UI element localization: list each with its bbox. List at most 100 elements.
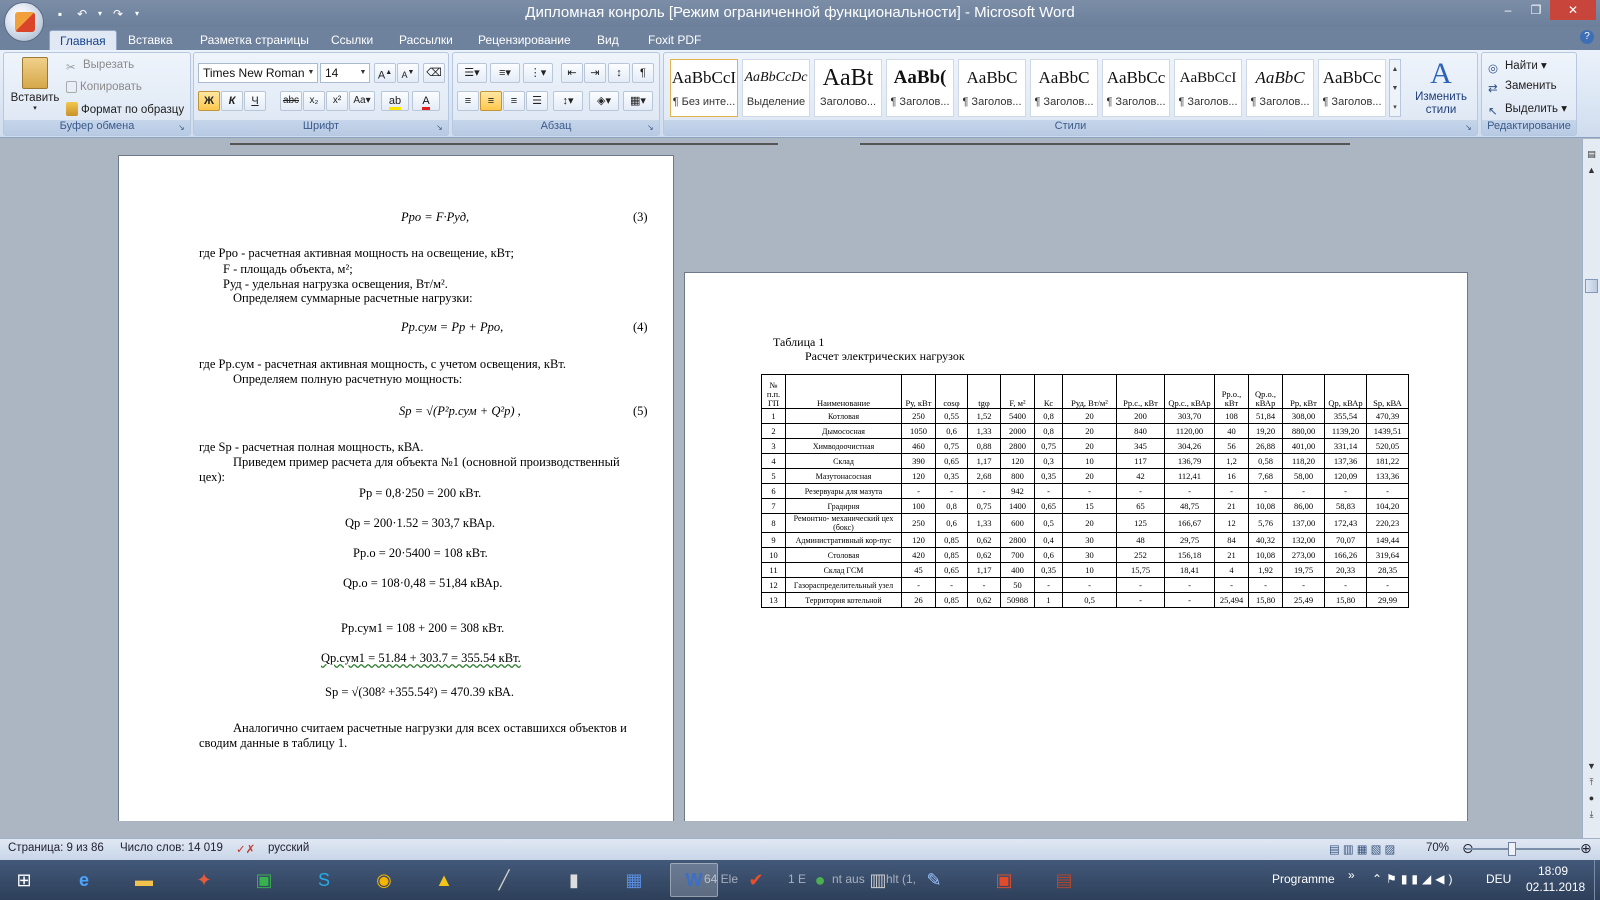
style-item[interactable]: AaBbCcDc Выделение — [742, 59, 810, 117]
checkmark-app-icon[interactable]: ✔ — [732, 863, 780, 897]
replace-button[interactable]: ⇄ Заменить — [1488, 80, 1557, 95]
page-count[interactable]: Страница: 9 из 86 — [8, 842, 104, 854]
style-item[interactable]: AaBt Заголово... — [814, 59, 882, 117]
view-buttons[interactable]: ▤▥▦▧▨ — [1329, 842, 1398, 856]
justify-button[interactable]: ☰ — [526, 91, 548, 111]
clock-time[interactable]: 18:09 — [1538, 864, 1568, 878]
clock-date[interactable]: 02.11.2018 — [1526, 880, 1585, 894]
tab-review[interactable]: Рецензирование — [468, 30, 581, 50]
styles-scroll[interactable]: ▲ ▼ ▾ — [1389, 59, 1401, 117]
copy-button[interactable]: Копировать — [66, 81, 142, 93]
zoom-slider-knob[interactable] — [1508, 842, 1516, 856]
pen-icon[interactable]: ╱ — [480, 863, 528, 897]
grow-font-button[interactable]: A▲ — [374, 63, 396, 83]
bold-button[interactable]: Ж — [198, 91, 220, 111]
line-spacing-button[interactable]: ↕▾ — [553, 91, 583, 111]
app-triangle-icon[interactable]: ▲ — [420, 863, 468, 897]
style-item[interactable]: AaBbCc ¶ Заголов... — [1102, 59, 1170, 117]
borders-button[interactable]: ▦▾ — [623, 91, 653, 111]
tab-view[interactable]: Вид — [587, 30, 629, 50]
paste-button[interactable]: Вставить ▾ — [8, 55, 62, 117]
strikethrough-button[interactable]: abc — [280, 91, 302, 111]
font-color-button[interactable]: A — [412, 91, 440, 111]
select-button[interactable]: ↖ Выделить ▾ — [1488, 101, 1567, 118]
programme-toolbar[interactable]: Programme — [1272, 872, 1335, 886]
calculator-icon[interactable]: ▦ — [610, 863, 658, 897]
find-button[interactable]: ◎ Найти ▾ — [1488, 58, 1547, 75]
word-count[interactable]: Число слов: 14 019 — [120, 842, 223, 854]
bullets-button[interactable]: ☰▾ — [457, 63, 487, 83]
close-button[interactable]: ✕ — [1550, 0, 1596, 20]
app-icon[interactable]: ✦ — [180, 863, 228, 897]
decrease-indent-button[interactable]: ⇤ — [561, 63, 583, 83]
sort-button[interactable]: ↕ — [608, 63, 630, 83]
align-center-button[interactable]: ≡ — [480, 91, 502, 111]
skype-icon[interactable]: S — [300, 863, 348, 897]
style-item[interactable]: AaBbCcI ¶ Без инте... — [670, 59, 738, 117]
file-explorer-icon[interactable]: ▬ — [120, 863, 168, 897]
underline-button[interactable]: Ч — [244, 91, 266, 111]
paint-icon[interactable]: ✎ — [910, 863, 958, 897]
tab-foxit-pdf[interactable]: Foxit PDF — [638, 30, 711, 50]
highlight-button[interactable]: ab — [381, 91, 409, 111]
cut-button[interactable]: ✂ Вырезать — [66, 59, 134, 74]
font-family-combo[interactable]: Times New Roman ▼ — [198, 63, 318, 83]
styles-launcher-icon[interactable]: ↘ — [1465, 123, 1475, 133]
align-left-button[interactable]: ≡ — [457, 91, 479, 111]
vertical-scrollbar[interactable]: ▤ ▲ ▼ ⤒ ● ⤓ — [1582, 139, 1600, 838]
internet-explorer-icon[interactable]: e — [60, 863, 108, 897]
document-area[interactable]: Pро = F·Pуд, (3) где Pро - расчетная акт… — [0, 139, 1582, 821]
style-item[interactable]: AaBbC ¶ Заголов... — [1246, 59, 1314, 117]
spellcheck-icon[interactable]: ✓✗ — [236, 842, 255, 856]
tray-icons[interactable]: ⌃⚑▮▮◢◀) — [1372, 872, 1456, 886]
foxit-icon[interactable]: ▣ — [980, 863, 1028, 897]
paragraph-launcher-icon[interactable]: ↘ — [647, 123, 657, 133]
shading-button[interactable]: ◈▾ — [589, 91, 619, 111]
superscript-button[interactable]: x² — [326, 91, 348, 111]
tab-home[interactable]: Главная — [49, 30, 117, 50]
store-icon[interactable]: ▣ — [240, 863, 288, 897]
next-page-icon[interactable]: ⤓ — [1583, 807, 1600, 821]
help-icon[interactable]: ? — [1580, 30, 1594, 44]
show-marks-button[interactable]: ¶ — [632, 63, 654, 83]
increase-indent-button[interactable]: ⇥ — [584, 63, 606, 83]
windows-start-icon[interactable]: ⊞ — [0, 863, 48, 897]
style-item[interactable]: AaBbC ¶ Заголов... — [1030, 59, 1098, 117]
clear-formatting-icon[interactable]: ⌫ — [423, 63, 445, 83]
document-page-left[interactable]: Pро = F·Pуд, (3) где Pро - расчетная акт… — [118, 155, 674, 821]
show-desktop-button[interactable] — [1594, 860, 1600, 900]
language-indicator[interactable]: русский — [268, 842, 309, 854]
tab-page-layout[interactable]: Разметка страницы — [190, 30, 319, 50]
shrink-font-button[interactable]: A▼ — [397, 63, 419, 83]
clipboard-launcher-icon[interactable]: ↘ — [178, 123, 188, 133]
font-launcher-icon[interactable]: ↘ — [436, 123, 446, 133]
input-language[interactable]: DEU — [1486, 872, 1511, 886]
subscript-button[interactable]: x₂ — [303, 91, 325, 111]
ruler-toggle-icon[interactable]: ▤ — [1583, 147, 1600, 161]
toolbar-chevron-icon[interactable]: » — [1348, 868, 1355, 882]
document-page-right[interactable]: Таблица 1 Расчет электрических нагрузок … — [684, 272, 1468, 821]
maximize-button[interactable]: ❐ — [1522, 0, 1550, 20]
browse-object-icon[interactable]: ● — [1583, 791, 1600, 805]
multilevel-list-button[interactable]: ⋮▾ — [523, 63, 553, 83]
previous-page-icon[interactable]: ⤒ — [1583, 775, 1600, 789]
style-item[interactable]: AaBb(¶ Заголов... — [886, 59, 954, 117]
chrome-icon[interactable]: ◉ — [360, 863, 408, 897]
align-right-button[interactable]: ≡ — [503, 91, 525, 111]
tab-mailings[interactable]: Рассылки — [389, 30, 463, 50]
minimize-button[interactable]: – — [1494, 0, 1522, 20]
change-case-button[interactable]: Aa▾ — [349, 91, 375, 111]
zoom-in-icon[interactable]: ⊕ — [1580, 840, 1592, 857]
zoom-slider[interactable] — [1466, 848, 1580, 850]
change-styles-button[interactable]: A Изменить стили — [1408, 57, 1474, 119]
font-size-combo[interactable]: 14 ▼ — [320, 63, 370, 83]
scroll-thumb[interactable] — [1585, 279, 1598, 293]
command-prompt-icon[interactable]: ▮ — [550, 863, 598, 897]
scroll-up-icon[interactable]: ▲ — [1583, 163, 1600, 177]
office-button[interactable] — [4, 2, 44, 42]
numbering-button[interactable]: ≡▾ — [490, 63, 520, 83]
format-painter-button[interactable]: Формат по образцу — [66, 102, 184, 116]
style-item[interactable]: AaBbC ¶ Заголов... — [958, 59, 1026, 117]
italic-button[interactable]: К — [221, 91, 243, 111]
zoom-level[interactable]: 70% — [1426, 842, 1449, 854]
